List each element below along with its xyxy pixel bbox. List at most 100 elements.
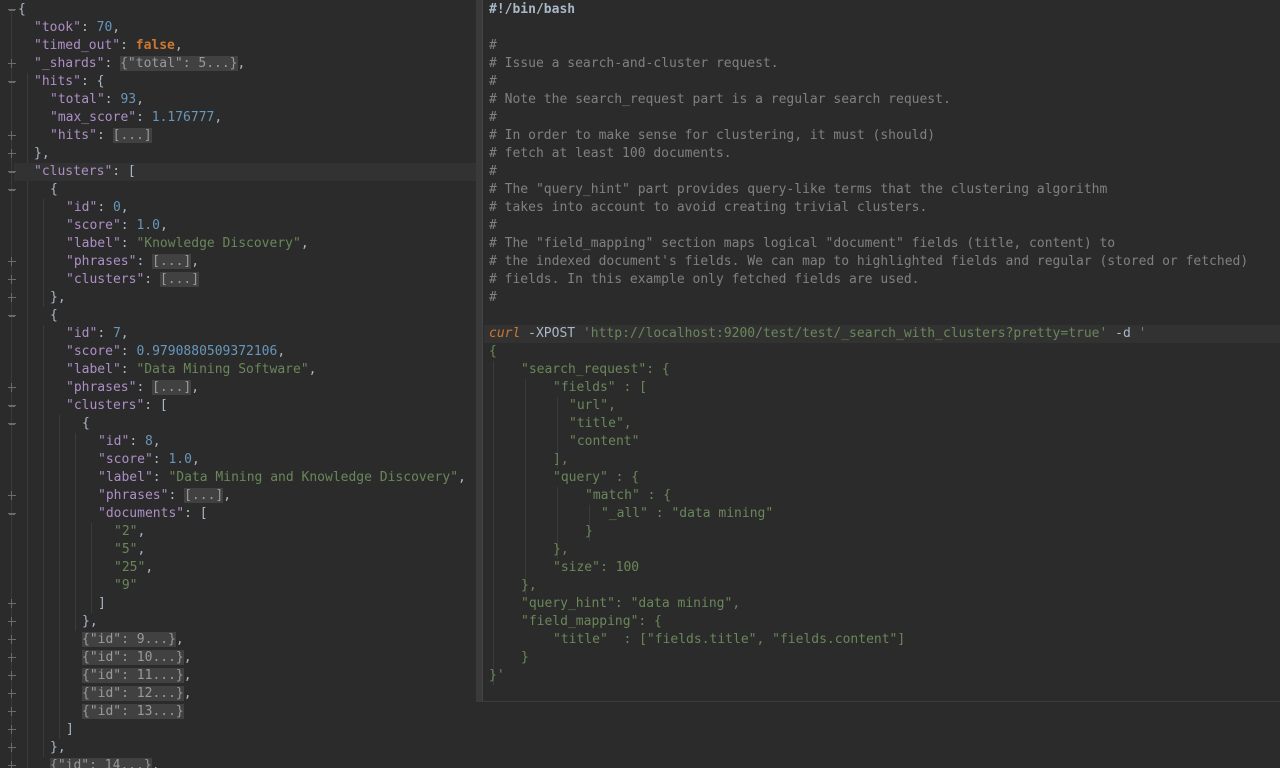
fold-marker-icon[interactable] — [7, 257, 17, 267]
right-code-line: # the indexed document's fields. We can … — [489, 253, 1248, 271]
code-token: }, — [521, 578, 537, 593]
collapsed-region[interactable]: {"total": 5...} — [120, 56, 238, 71]
left-code-line: }, — [34, 145, 50, 163]
fold-open-icon[interactable] — [7, 311, 17, 321]
fold-marker-icon[interactable] — [7, 149, 17, 159]
left-code-line: {"id": 14...}, — [50, 757, 160, 768]
collapsed-region[interactable]: {"id": 12...} — [82, 686, 184, 701]
code-token: "documents" — [98, 506, 185, 521]
collapsed-region[interactable]: {"id": 11...} — [82, 668, 184, 683]
collapsed-region[interactable]: [...] — [152, 254, 192, 269]
fold-marker-icon[interactable] — [7, 689, 17, 699]
fold-marker-icon[interactable] — [7, 599, 17, 609]
fold-marker-icon[interactable] — [7, 275, 17, 285]
code-token: # — [489, 218, 497, 233]
code-token: , — [137, 542, 146, 557]
code-token: , — [151, 758, 160, 768]
code-token: "label" — [66, 236, 121, 251]
fold-marker-icon[interactable] — [7, 707, 17, 717]
collapsed-region[interactable]: [...] — [184, 488, 224, 503]
code-token: 70 — [96, 20, 113, 35]
collapsed-region[interactable]: {"id": 10...} — [82, 650, 184, 665]
code-token: 1.176777 — [151, 110, 215, 125]
code-token: : — [168, 488, 185, 503]
left-code-line: }, — [50, 739, 66, 757]
fold-open-icon[interactable] — [7, 77, 17, 87]
code-token: "id" — [66, 326, 98, 341]
code-token: # Issue a search-and-cluster request. — [489, 56, 779, 71]
code-token: : — [120, 344, 137, 359]
code-token: "id" — [66, 200, 98, 215]
code-token: : — [136, 254, 153, 269]
left-code-line: "clusters": [ — [66, 397, 168, 415]
left-code-line: "25", — [114, 559, 153, 577]
fold-marker-icon[interactable] — [7, 725, 17, 735]
collapsed-region[interactable]: [...] — [152, 380, 192, 395]
code-token: "clusters" — [66, 398, 145, 413]
left-code-line: ] — [66, 721, 74, 739]
fold-open-icon[interactable] — [7, 5, 17, 15]
collapsed-region[interactable]: {"id": 9...} — [82, 632, 176, 647]
fold-marker-icon[interactable] — [7, 617, 17, 627]
left-code-line: ] — [98, 595, 106, 613]
code-token: "label" — [98, 470, 153, 485]
fold-marker-icon[interactable] — [7, 761, 17, 768]
code-token: : — [136, 380, 153, 395]
left-code-line: "documents": [ — [98, 505, 208, 523]
code-token: , — [308, 362, 317, 377]
code-token: "took" — [34, 20, 81, 35]
fold-open-icon[interactable] — [7, 167, 17, 177]
left-code-line: "score": 1.0, — [66, 217, 168, 235]
collapsed-region[interactable]: {"id": 13...} — [82, 704, 184, 719]
code-token: false — [135, 38, 175, 53]
fold-open-icon[interactable] — [7, 419, 17, 429]
code-token: 1.0 — [168, 452, 192, 467]
left-code-line: {"id": 13...} — [82, 703, 184, 721]
code-token: "hits" — [50, 128, 97, 143]
left-code-line: "total": 93, — [50, 91, 144, 109]
fold-marker-icon[interactable] — [7, 743, 17, 753]
code-token: "search_request": { — [521, 362, 670, 377]
right-code-line: # Note the search_request part is a regu… — [489, 91, 951, 109]
collapsed-region[interactable]: [...] — [112, 128, 152, 143]
right-code-line: }, — [521, 577, 537, 595]
fold-marker-icon[interactable] — [7, 653, 17, 663]
fold-marker-icon[interactable] — [7, 635, 17, 645]
editor-split-divider[interactable] — [476, 0, 483, 702]
collapsed-region[interactable]: [...] — [159, 272, 200, 287]
fold-marker-icon[interactable] — [7, 491, 17, 501]
bash-script-editor[interactable]: #!/bin/bash # # Issue a search-and-cluster… — [476, 0, 1280, 702]
code-token: : — [136, 110, 152, 125]
left-code-line: { — [18, 1, 26, 19]
code-token: }, — [553, 542, 569, 557]
code-token: ' — [1138, 326, 1147, 341]
fold-marker-icon[interactable] — [7, 293, 17, 303]
fold-marker-icon[interactable] — [7, 383, 17, 393]
code-token: "_shards" — [34, 56, 105, 71]
fold-open-icon[interactable] — [7, 185, 17, 195]
code-token: , — [237, 56, 246, 71]
fold-marker-icon[interactable] — [7, 671, 17, 681]
code-token: "id" — [98, 434, 130, 449]
code-token: : — [129, 434, 145, 449]
json-result-editor[interactable]: {"took": 70, "timed_out": false, "_shards"… — [0, 0, 476, 768]
code-token: : — [152, 470, 169, 485]
left-code-line: "5", — [114, 541, 145, 559]
code-token: "total" — [50, 92, 105, 107]
fold-marker-icon[interactable] — [7, 59, 17, 69]
left-code-line: "id": 7, — [66, 325, 129, 343]
left-code-line: {"id": 10...}, — [82, 649, 192, 667]
fold-open-icon[interactable] — [7, 509, 17, 519]
fold-marker-icon[interactable] — [7, 131, 17, 141]
code-token: # fields. In this example only fetched f… — [489, 272, 920, 287]
fold-open-icon[interactable] — [7, 401, 17, 411]
code-token: 8 — [144, 434, 153, 449]
code-token: : — [120, 218, 137, 233]
code-token: "_all" : "data mining" — [601, 506, 774, 521]
left-code-line: { — [50, 181, 58, 199]
left-code-line: "max_score": 1.176777, — [50, 109, 222, 127]
right-code-line: { — [489, 343, 497, 361]
indent-guide — [75, 433, 76, 631]
right-code-line: }' — [489, 667, 505, 685]
collapsed-region[interactable]: {"id": 14...} — [50, 758, 152, 768]
